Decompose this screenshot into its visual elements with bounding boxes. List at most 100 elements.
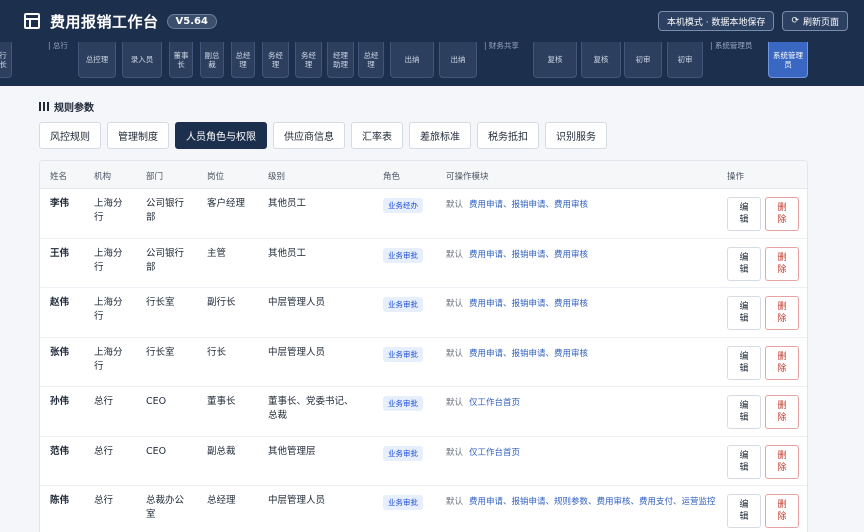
cell-name: 赵伟 bbox=[50, 297, 70, 308]
role-chip[interactable]: 初审 bbox=[624, 42, 662, 78]
layout-icon bbox=[24, 13, 40, 29]
edit-button[interactable]: 编辑 bbox=[727, 197, 761, 231]
cell-dept: 总裁办公室 bbox=[146, 495, 185, 520]
role-chip[interactable]: 复核 bbox=[581, 42, 621, 78]
module-list[interactable]: 费用申请、报销申请、费用审核 bbox=[469, 349, 588, 359]
tab-supplier-info[interactable]: 供应商信息 bbox=[273, 122, 345, 149]
edit-button[interactable]: 编辑 bbox=[727, 395, 761, 429]
cell-level: 董事长、党委书记、总裁 bbox=[268, 396, 354, 421]
cell-org: 上海分行 bbox=[94, 247, 123, 273]
role-chip[interactable]: 复核 bbox=[533, 42, 577, 78]
group-label-sysadmin: | 系统管理员 bbox=[710, 42, 753, 50]
module-permissions: 默认 费用申请、报销申请、费用审核 bbox=[446, 248, 718, 262]
cell-name: 陈伟 bbox=[50, 495, 70, 506]
edit-button[interactable]: 编辑 bbox=[727, 246, 761, 281]
tab-policies[interactable]: 管理制度 bbox=[107, 122, 169, 149]
col-role: 角色 bbox=[383, 172, 401, 182]
cell-level: 中层管理人员 bbox=[268, 495, 326, 506]
role-switcher-strip[interactable]: 行长 | 总行 总控理 录入员 董事长 副总裁 总经理 务经理 务经理 经理助理… bbox=[0, 42, 864, 86]
default-label: 默认 bbox=[446, 200, 464, 210]
tab-tax-deduction[interactable]: 税务抵扣 bbox=[477, 122, 539, 149]
delete-button[interactable]: 删除 bbox=[765, 197, 799, 231]
role-chip[interactable]: 总经理 bbox=[358, 42, 384, 78]
cell-level: 中层管理人员 bbox=[268, 297, 326, 308]
cell-post: 副总裁 bbox=[207, 445, 236, 457]
role-chip[interactable]: 副总裁 bbox=[200, 42, 224, 78]
delete-button[interactable]: 删除 bbox=[765, 246, 799, 281]
tab-recognition-service[interactable]: 识别服务 bbox=[545, 122, 607, 149]
edit-button[interactable]: 编辑 bbox=[727, 444, 761, 479]
role-chip[interactable]: 经理助理 bbox=[327, 42, 354, 78]
cell-post: 总经理 bbox=[207, 495, 236, 506]
cell-dept: 公司银行部 bbox=[146, 198, 185, 223]
role-chip[interactable]: 出纳 bbox=[390, 42, 434, 78]
role-badge: 业务审批 bbox=[383, 495, 423, 510]
cell-dept: CEO bbox=[146, 396, 167, 407]
sliders-icon bbox=[39, 102, 49, 111]
local-mode-button[interactable]: 本机模式 · 数据本地保存 bbox=[657, 11, 775, 31]
module-list[interactable]: 费用申请、报销申请、费用审核 bbox=[469, 250, 588, 260]
role-chip[interactable]: 初审 bbox=[667, 42, 703, 78]
role-chip[interactable]: 录入员 bbox=[122, 42, 162, 78]
cell-org: 上海分行 bbox=[94, 346, 123, 372]
cell-name: 李伟 bbox=[50, 198, 70, 209]
table-row: 孙伟 总行 CEO 董事长 董事长、党委书记、总裁 业务审批 默认 仅工作台首页 … bbox=[40, 387, 807, 437]
module-list[interactable]: 费用申请、报销申请、费用审核 bbox=[469, 200, 588, 210]
tab-risk-rules[interactable]: 风控规则 bbox=[39, 122, 101, 149]
table-row: 赵伟 上海分行 行长室 副行长 中层管理人员 业务审批 默认 费用申请、报销申请、… bbox=[40, 288, 807, 338]
delete-button[interactable]: 删除 bbox=[765, 296, 799, 330]
tab-exchange-rates[interactable]: 汇率表 bbox=[351, 122, 403, 149]
default-label: 默认 bbox=[446, 348, 464, 359]
default-label: 默认 bbox=[446, 299, 464, 309]
default-label: 默认 bbox=[446, 447, 464, 458]
role-badge: 业务审批 bbox=[383, 247, 423, 263]
module-list[interactable]: 费用申请、报销申请、费用审核 bbox=[469, 299, 588, 309]
delete-button[interactable]: 删除 bbox=[765, 345, 799, 380]
cell-org: 上海分行 bbox=[94, 297, 123, 322]
cell-level: 中层管理人员 bbox=[268, 346, 326, 358]
cell-name: 范伟 bbox=[50, 445, 70, 457]
role-chip[interactable]: 行长 bbox=[0, 42, 12, 78]
role-chip[interactable]: 总控理 bbox=[78, 42, 116, 78]
cell-dept: CEO bbox=[146, 445, 167, 457]
personnel-table: 姓名 机构 部门 岗位 级别 角色 可操作模块 操作 李伟 上海分行 公司银行部… bbox=[39, 160, 808, 532]
module-list[interactable]: 仅工作台首页 bbox=[469, 398, 520, 408]
module-permissions: 默认 费用申请、报销申请、费用审核 bbox=[446, 347, 718, 361]
module-list[interactable]: 仅工作台首页 bbox=[469, 448, 520, 458]
role-chip-active[interactable]: 系统管理员 bbox=[768, 42, 808, 78]
module-list[interactable]: 费用申请、报销申请、规则参数、费用审核、费用支付、运营监控 bbox=[469, 497, 716, 507]
cell-name: 孙伟 bbox=[50, 396, 70, 407]
module-permissions: 默认 仅工作台首页 bbox=[446, 446, 718, 460]
col-org: 机构 bbox=[94, 172, 112, 182]
delete-button[interactable]: 删除 bbox=[765, 444, 799, 479]
table-row: 王伟 上海分行 公司银行部 主管 其他员工 业务审批 默认 费用申请、报销申请、费… bbox=[40, 239, 807, 288]
role-chip[interactable]: 总经理 bbox=[231, 42, 255, 78]
col-post: 岗位 bbox=[207, 172, 225, 182]
col-modules: 可操作模块 bbox=[446, 172, 489, 182]
default-label: 默认 bbox=[446, 497, 464, 507]
cell-org: 上海分行 bbox=[94, 198, 123, 223]
role-chip[interactable]: 务经理 bbox=[262, 42, 289, 78]
section-title: 规则参数 bbox=[39, 99, 94, 114]
delete-button[interactable]: 删除 bbox=[765, 494, 799, 528]
edit-button[interactable]: 编辑 bbox=[727, 345, 761, 380]
edit-button[interactable]: 编辑 bbox=[727, 494, 761, 528]
cell-post: 主管 bbox=[207, 247, 227, 259]
table-row: 李伟 上海分行 公司银行部 客户经理 其他员工 业务经办 默认 费用申请、报销申请… bbox=[40, 189, 807, 239]
role-chip[interactable]: 董事长 bbox=[169, 42, 193, 78]
role-badge: 业务审批 bbox=[383, 297, 423, 312]
rule-tabs: 风控规则 管理制度 人员角色与权限 供应商信息 汇率表 差旅标准 税务抵扣 识别… bbox=[39, 122, 607, 149]
edit-button[interactable]: 编辑 bbox=[727, 296, 761, 330]
role-chip[interactable]: 出纳 bbox=[439, 42, 477, 78]
cell-name: 王伟 bbox=[50, 247, 70, 259]
role-chip[interactable]: 务经理 bbox=[295, 42, 322, 78]
table-row: 陈伟 总行 总裁办公室 总经理 中层管理人员 业务审批 默认 费用申请、报销申请、… bbox=[40, 486, 807, 532]
cell-dept: 行长室 bbox=[146, 346, 175, 358]
tab-roles-permissions[interactable]: 人员角色与权限 bbox=[175, 122, 267, 149]
role-badge: 业务审批 bbox=[383, 445, 423, 461]
refresh-button[interactable]: ⟳ 刷新页面 bbox=[782, 11, 848, 31]
cell-post: 董事长 bbox=[207, 396, 236, 407]
tab-travel-standards[interactable]: 差旅标准 bbox=[409, 122, 471, 149]
cell-org: 总行 bbox=[94, 445, 114, 457]
delete-button[interactable]: 删除 bbox=[765, 395, 799, 429]
